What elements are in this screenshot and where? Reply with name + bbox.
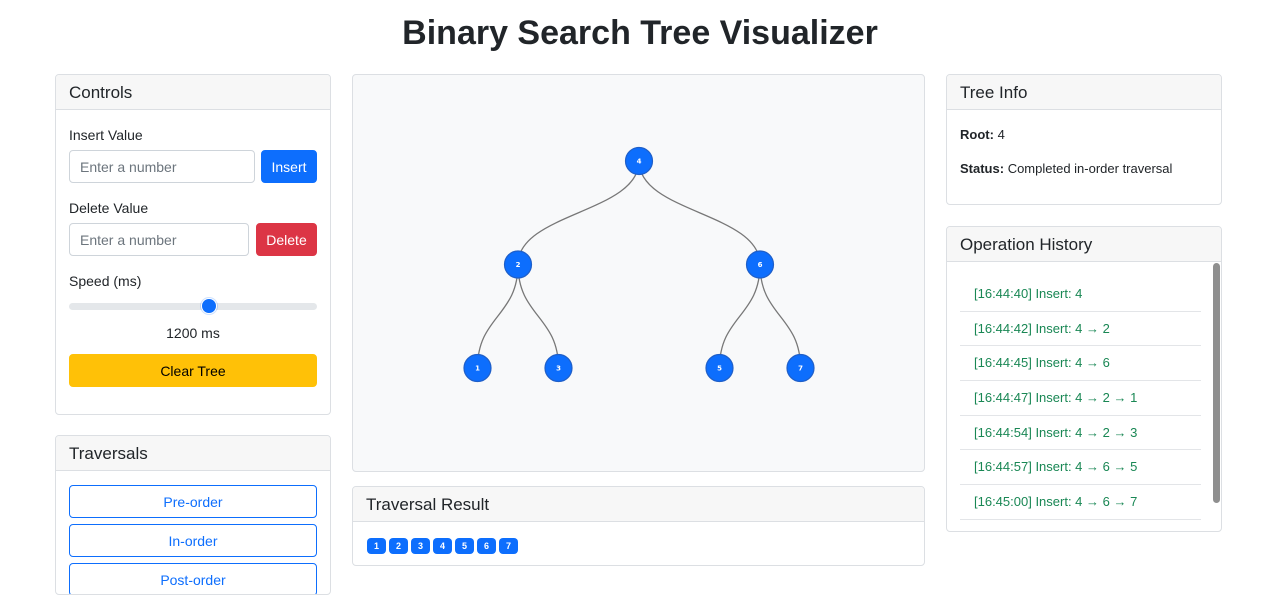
delete-button[interactable]: Delete [256, 223, 317, 256]
traversal-result-header: Traversal Result [353, 487, 924, 522]
traversal-result-badge: 5 [455, 538, 474, 554]
root-label: Root: [960, 127, 994, 142]
root-info: Root: 4 [960, 127, 1005, 142]
history-item: [16:44:42] Insert: 4 → 2 [960, 312, 1201, 347]
history-list: [16:44:40] Insert: 4 [16:44:42] Insert: 4… [960, 277, 1201, 520]
history-item: [16:44:45] Insert: 4 → 6 [960, 346, 1201, 382]
tree-svg: 4 2 6 1 3 5 7 [463, 146, 815, 383]
traversal-result-badge: 4 [433, 538, 452, 554]
tree-node-label: 3 [556, 365, 561, 373]
tree-node-label: 6 [758, 261, 763, 269]
traversal-result-badge: 1 [367, 538, 386, 554]
tree-node-label: 1 [475, 365, 480, 373]
speed-value: 1200 ms [166, 325, 220, 341]
root-value: 4 [997, 127, 1005, 142]
status-label: Status: [960, 161, 1005, 176]
history-scrollbar[interactable] [1213, 263, 1220, 503]
tree-info-header: Tree Info [947, 75, 1221, 110]
tree-edge [517, 160, 640, 265]
history-item: [16:44:47] Insert: 4 → 2 → 1 [960, 381, 1201, 416]
insert-value-label: Insert Value [69, 127, 143, 143]
traversals-header: Traversals [56, 436, 330, 471]
controls-header: Controls [56, 75, 330, 110]
clear-tree-button[interactable]: Clear Tree [69, 354, 317, 387]
status-info: Status: Completed in-order traversal [960, 161, 1172, 176]
tree-node[interactable]: 6 [745, 250, 775, 279]
traversal-result-card: Traversal Result 1234567 [352, 486, 925, 566]
status-value: Completed in-order traversal [1007, 161, 1173, 176]
tree-node-label: 4 [637, 158, 642, 166]
traversal-result-badge: 3 [411, 538, 430, 554]
history-item: [16:45:00] Insert: 4 → 6 → 7 [960, 485, 1201, 520]
tree-node-label: 5 [717, 365, 722, 373]
tree-node[interactable]: 1 [463, 353, 492, 383]
traversals-card: Traversals Pre-order In-order Post-order [55, 435, 331, 595]
history-item: [16:44:57] Insert: 4 → 6 → 5 [960, 450, 1201, 486]
tree-edge [638, 160, 761, 265]
tree-node[interactable]: 3 [544, 353, 573, 383]
delete-value-input[interactable] [69, 223, 249, 256]
history-card: Operation History [16:44:40] Insert: 4 [1… [946, 226, 1222, 532]
history-scroll-area[interactable]: [16:44:40] Insert: 4 [16:44:42] Insert: 4… [947, 263, 1221, 531]
controls-card: Controls Insert Value Insert Delete Valu… [55, 74, 331, 415]
speed-slider-thumb[interactable] [201, 298, 218, 314]
tree-node[interactable]: 5 [705, 353, 734, 383]
tree-canvas: 4 2 6 1 3 5 7 [352, 74, 925, 472]
delete-value-label: Delete Value [69, 200, 149, 216]
speed-label: Speed (ms) [69, 273, 142, 289]
tree-node[interactable]: 4 [624, 146, 654, 176]
tree-edge [759, 264, 802, 369]
tree-edge [517, 264, 560, 369]
tree-edge [476, 264, 519, 369]
tree-node[interactable]: 7 [786, 353, 815, 383]
tree-node[interactable]: 2 [503, 250, 533, 279]
page-title: Binary Search Tree Visualizer [402, 14, 878, 52]
speed-slider[interactable] [69, 303, 317, 310]
traversal-result-badge: 6 [477, 538, 496, 554]
tree-edge [718, 264, 761, 369]
history-item: [16:44:54] Insert: 4 → 2 → 3 [960, 416, 1201, 451]
traversal-result-list: 1234567 [367, 536, 521, 554]
tree-node-label: 2 [516, 261, 521, 269]
insert-value-input[interactable] [69, 150, 255, 183]
postorder-button[interactable]: Post-order [69, 563, 317, 594]
insert-button[interactable]: Insert [261, 150, 317, 183]
traversal-result-badge: 2 [389, 538, 408, 554]
tree-node-label: 7 [798, 365, 803, 373]
history-item: [16:44:40] Insert: 4 [960, 277, 1201, 312]
inorder-button[interactable]: In-order [69, 524, 317, 557]
history-header: Operation History [947, 227, 1221, 262]
traversal-result-badge: 7 [499, 538, 518, 554]
preorder-button[interactable]: Pre-order [69, 485, 317, 518]
tree-info-card: Tree Info Root: 4 Status: Completed in-o… [946, 74, 1222, 205]
